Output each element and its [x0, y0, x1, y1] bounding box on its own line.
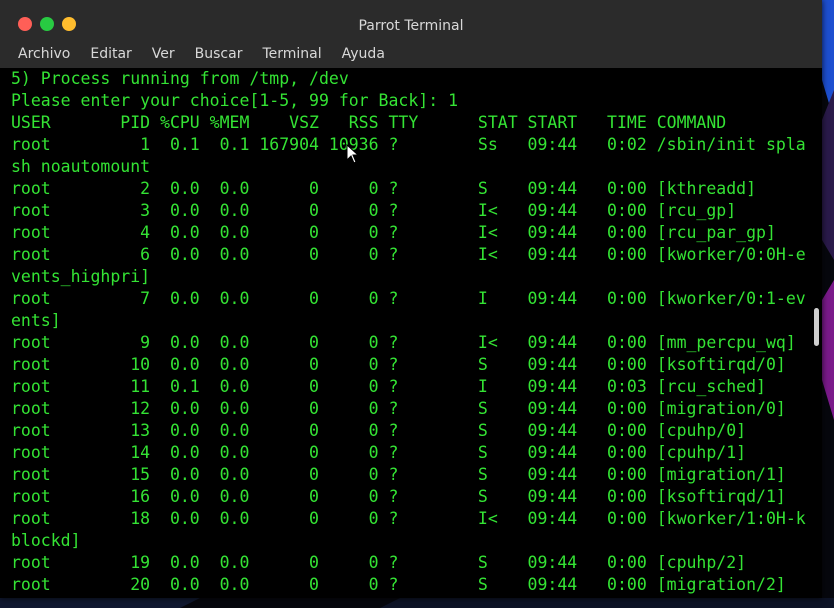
- terminal-line: root 15 0.0 0.0 0 0 ? S 09:44 0:00 [migr…: [11, 465, 786, 484]
- terminal-line: root 2 0.0 0.0 0 0 ? S 09:44 0:00 [kthre…: [11, 179, 757, 198]
- menu-terminal[interactable]: Terminal: [252, 46, 331, 62]
- terminal-line: root 3 0.0 0.0 0 0 ? I< 09:44 0:00 [rcu_…: [11, 201, 737, 220]
- window-title: Parrot Terminal: [358, 18, 464, 34]
- terminal-line: root 11 0.1 0.0 0 0 ? I 09:44 0:03 [rcu_…: [11, 377, 766, 396]
- terminal-line: root 7 0.0 0.0 0 0 ? I 09:44 0:00 [kwork…: [11, 289, 806, 308]
- menu-ayuda[interactable]: Ayuda: [332, 46, 395, 62]
- terminal-line: root 9 0.0 0.0 0 0 ? I< 09:44 0:00 [mm_p…: [11, 333, 796, 352]
- terminal-line: root 12 0.0 0.0 0 0 ? S 09:44 0:00 [migr…: [11, 399, 786, 418]
- terminal-line: root 20 0.0 0.0 0 0 ? S 09:44 0:00 [migr…: [11, 575, 786, 594]
- terminal-line: root 14 0.0 0.0 0 0 ? S 09:44 0:00 [cpuh…: [11, 443, 747, 462]
- terminal-line: root 16 0.0 0.0 0 0 ? S 09:44 0:00 [ksof…: [11, 487, 786, 506]
- terminal-line: blockd]: [11, 531, 81, 550]
- terminal-line: root 18 0.0 0.0 0 0 ? I< 09:44 0:00 [kwo…: [11, 509, 806, 528]
- terminal-line: root 4 0.0 0.0 0 0 ? I< 09:44 0:00 [rcu_…: [11, 223, 776, 242]
- terminal-line: vents_highpri]: [11, 267, 151, 286]
- menu-bar: Archivo Editar Ver Buscar Terminal Ayuda: [0, 40, 822, 68]
- terminal-line: USER PID %CPU %MEM VSZ RSS TTY STAT STAR…: [11, 113, 727, 132]
- terminal-line: 5) Process running from /tmp, /dev: [11, 69, 349, 88]
- terminal-line: root 13 0.0 0.0 0 0 ? S 09:44 0:00 [cpuh…: [11, 421, 747, 440]
- menu-buscar[interactable]: Buscar: [185, 46, 253, 62]
- terminal-window: Parrot Terminal Archivo Editar Ver Busca…: [0, 0, 822, 598]
- menu-ver[interactable]: Ver: [142, 46, 185, 62]
- terminal-line: root 19 0.0 0.0 0 0 ? S 09:44 0:00 [cpuh…: [11, 553, 747, 572]
- scrollbar-thumb[interactable]: [814, 308, 819, 346]
- terminal-line: root 1 0.1 0.1 167904 10936 ? Ss 09:44 0…: [11, 135, 806, 154]
- vertical-scrollbar[interactable]: [810, 68, 822, 598]
- terminal-output[interactable]: 5) Process running from /tmp, /dev Pleas…: [0, 68, 810, 598]
- terminal-line: Please enter your choice[1-5, 99 for Bac…: [11, 91, 459, 110]
- terminal-line: ents]: [11, 311, 61, 330]
- title-bar[interactable]: Parrot Terminal: [0, 0, 822, 40]
- terminal-line: sh noautomount: [11, 157, 151, 176]
- mouse-pointer-icon: [346, 144, 360, 164]
- terminal-line: root 6 0.0 0.0 0 0 ? I< 09:44 0:00 [kwor…: [11, 245, 806, 264]
- menu-archivo[interactable]: Archivo: [8, 46, 80, 62]
- terminal-line: root 10 0.0 0.0 0 0 ? S 09:44 0:00 [ksof…: [11, 355, 786, 374]
- menu-editar[interactable]: Editar: [80, 46, 141, 62]
